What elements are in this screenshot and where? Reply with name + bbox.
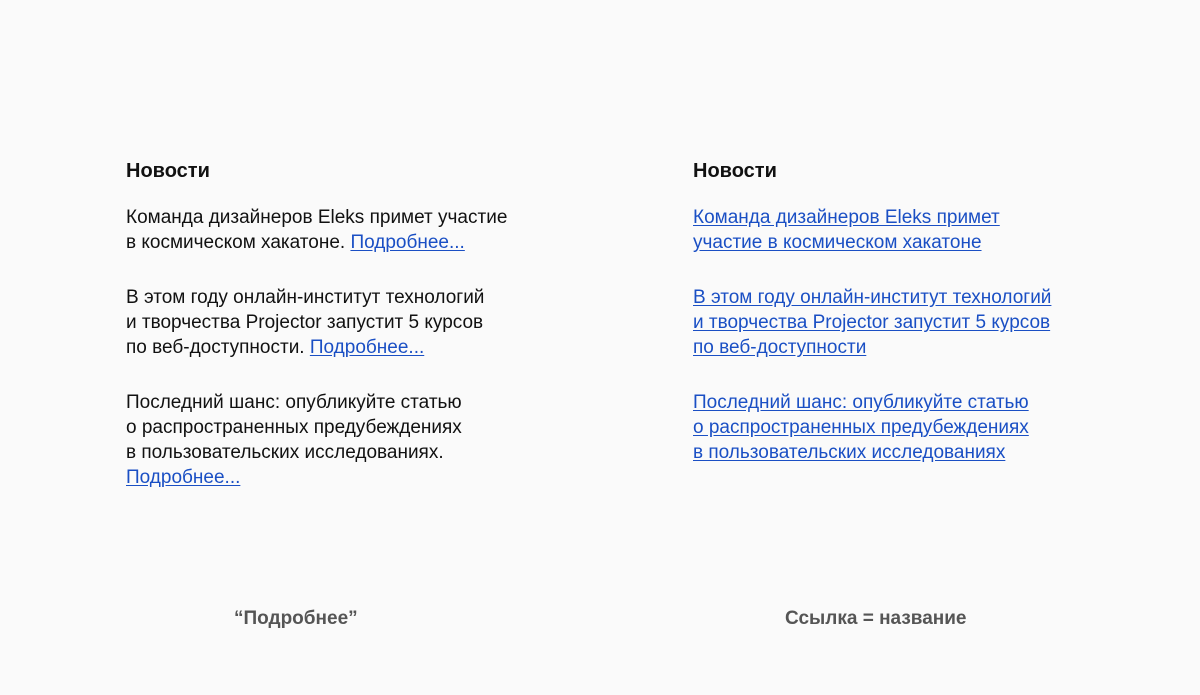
news-item: Последний шанс: опубликуйте статью о рас… — [126, 390, 596, 490]
read-more-link[interactable]: Подробнее... — [126, 467, 240, 488]
news-text-line: Команда дизайнеров Eleks примет участие — [126, 207, 508, 228]
news-item: Команда дизайнеров Eleks примет участие … — [693, 205, 1163, 255]
caption-read-more: “Подробнее” — [234, 608, 358, 629]
news-title-line: о распространенных предубеждениях — [693, 417, 1029, 438]
caption-link-equals-title: Ссылка = название — [785, 608, 967, 629]
news-title-line: по веб-доступности — [693, 337, 867, 358]
news-title-line: Команда дизайнеров Eleks примет — [693, 207, 1000, 228]
news-text-line: в пользовательских исследованиях. — [126, 442, 444, 463]
news-title-line: и творчества Projector запустит 5 курсов — [693, 312, 1051, 333]
news-text-line: о распространенных предубеждениях — [126, 417, 462, 438]
read-more-link[interactable]: Подробнее... — [310, 337, 424, 358]
news-text: в космическом хакатоне. — [126, 232, 346, 253]
news-text-line: Подробнее... — [126, 465, 596, 490]
news-heading: Новости — [126, 160, 210, 182]
news-panel-title-links: Новости Команда дизайнеров Eleks примет … — [693, 158, 1163, 495]
news-text: по веб-доступности. — [126, 337, 305, 358]
news-title-link[interactable]: Команда дизайнеров Eleks примет участие … — [693, 205, 1163, 255]
news-item: Последний шанс: опубликуйте статью о рас… — [693, 390, 1163, 465]
news-text-line: Последний шанс: опубликуйте статью — [126, 392, 462, 413]
news-text-line: в космическом хакатоне. Подробнее... — [126, 230, 596, 255]
news-title-line: Последний шанс: опубликуйте статью — [693, 392, 1029, 413]
news-panel-read-more: Новости Команда дизайнеров Eleks примет … — [126, 158, 596, 520]
news-item: В этом году онлайн-институт технологий и… — [126, 285, 596, 360]
news-title-line: в пользовательских исследованиях — [693, 442, 1006, 463]
news-item: В этом году онлайн-институт технологий и… — [693, 285, 1163, 360]
news-title-link[interactable]: В этом году онлайн-институт технологий и… — [693, 285, 1163, 360]
news-text-line: В этом году онлайн-институт технологий — [126, 287, 485, 308]
news-title-line: участие в космическом хакатоне — [693, 232, 982, 253]
read-more-link[interactable]: Подробнее... — [350, 232, 464, 253]
news-item: Команда дизайнеров Eleks примет участие … — [126, 205, 596, 255]
news-title-link[interactable]: Последний шанс: опубликуйте статью о рас… — [693, 390, 1163, 465]
news-title-line: В этом году онлайн-институт технологий — [693, 287, 1052, 308]
news-heading: Новости — [693, 160, 777, 182]
news-text-line: и творчества Projector запустит 5 курсов — [126, 312, 484, 333]
news-text-line: по веб-доступности. Подробнее... — [126, 335, 596, 360]
